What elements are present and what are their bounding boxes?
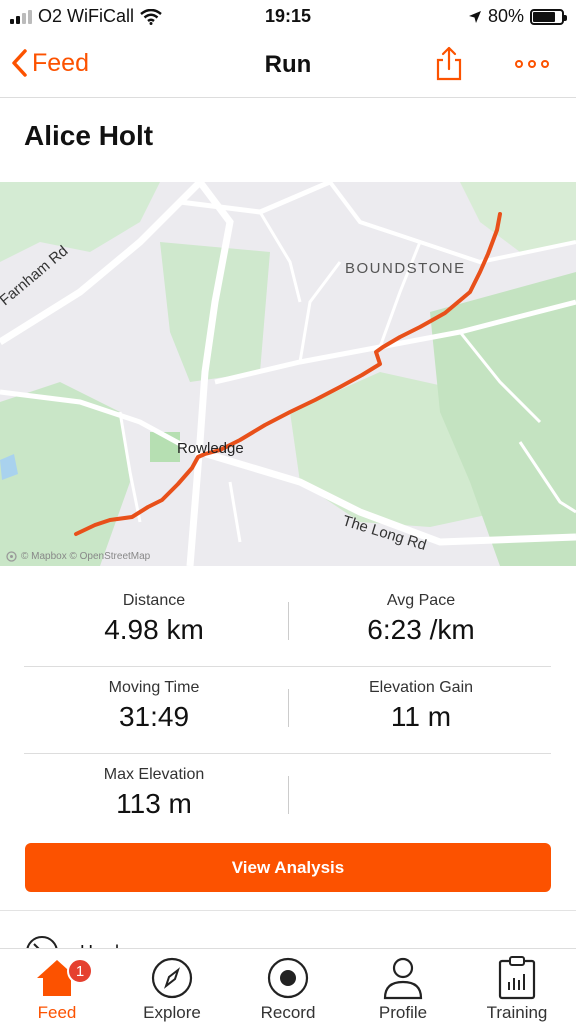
- stat-divider: [288, 689, 289, 727]
- route-map[interactable]: Farnham Rd BOUNDSTONE Rowledge The Long …: [0, 182, 576, 566]
- more-dots-icon: [515, 60, 549, 68]
- stat-divider: [288, 602, 289, 640]
- tab-training-icon-wrap: [467, 953, 567, 1003]
- tab-training[interactable]: Training: [467, 953, 567, 1023]
- status-right: 80%: [468, 6, 567, 27]
- map-label-boundstone: BOUNDSTONE: [345, 260, 466, 277]
- more-button[interactable]: [512, 52, 552, 76]
- activity-title: Alice Holt: [24, 120, 154, 151]
- stat-value: 4.98 km: [104, 614, 204, 645]
- stat-label: Moving Time: [108, 679, 200, 696]
- share-icon: [436, 46, 462, 81]
- stat-max-elevation: Max Elevation 113 m: [24, 766, 284, 820]
- stat-label: Elevation Gain: [368, 679, 474, 696]
- tab-profile-icon-wrap: [353, 953, 453, 1003]
- location-arrow-icon: [468, 10, 481, 23]
- stats-row: Max Elevation 113 m: [24, 754, 551, 841]
- stats-grid: Distance 4.98 km Avg Pace 6:23 /km Movin…: [24, 580, 551, 841]
- stat-value: 6:23 /km: [367, 614, 475, 645]
- stats-row: Distance 4.98 km Avg Pace 6:23 /km: [24, 580, 551, 667]
- tab-label: Training: [486, 1003, 548, 1022]
- stat-label: Avg Pace: [386, 592, 456, 609]
- map-attribution: © Mapbox © OpenStreetMap: [6, 551, 150, 562]
- map-label-rowledge: Rowledge: [177, 440, 244, 457]
- tab-explore[interactable]: Explore: [122, 953, 222, 1023]
- tab-feed-icon-wrap: 1: [7, 953, 107, 1003]
- stat-label: Distance: [122, 592, 186, 609]
- stat-label: Max Elevation: [103, 766, 205, 783]
- tab-record-icon-wrap: [238, 953, 338, 1003]
- stats-row: Moving Time 31:49 Elevation Gain 11 m: [24, 667, 551, 754]
- battery-percent: 80%: [487, 6, 524, 26]
- view-analysis-button[interactable]: View Analysis: [25, 843, 551, 892]
- tab-explore-icon-wrap: [122, 953, 222, 1003]
- nav-bar: Feed Run: [0, 34, 576, 98]
- share-button[interactable]: [434, 46, 464, 82]
- stat-value: 11 m: [390, 701, 452, 732]
- clipboard-chart-icon: [498, 956, 536, 1000]
- stat-moving-time: Moving Time 31:49: [24, 679, 284, 733]
- tab-record[interactable]: Record: [238, 953, 338, 1023]
- tab-profile[interactable]: Profile: [353, 953, 453, 1023]
- page-title: Run: [264, 51, 312, 78]
- stat-elevation-gain: Elevation Gain 11 m: [291, 679, 551, 733]
- tab-label: Record: [260, 1003, 316, 1022]
- status-bar: O2 WiFiCall 19:15 80%: [0, 0, 576, 34]
- map-canvas: [0, 182, 576, 566]
- tab-label: Explore: [143, 1003, 201, 1022]
- mapbox-logo-icon: [6, 551, 17, 562]
- tab-label: Profile: [378, 1003, 428, 1022]
- tab-bar: 1 Feed Explore Record Profile Training: [0, 948, 576, 1024]
- compass-icon: [151, 957, 193, 999]
- record-icon: [267, 957, 309, 999]
- person-icon: [383, 957, 423, 1000]
- stat-value: 113 m: [116, 788, 192, 819]
- tab-label: Feed: [37, 1003, 77, 1022]
- stat-distance: Distance 4.98 km: [24, 592, 284, 646]
- stat-avg-pace: Avg Pace 6:23 /km: [291, 592, 551, 646]
- stat-value: 31:49: [118, 701, 190, 732]
- section-divider: [0, 910, 576, 911]
- stat-divider: [288, 776, 289, 814]
- map-attribution-text: © Mapbox © OpenStreetMap: [21, 551, 151, 562]
- tab-feed[interactable]: 1 Feed: [7, 953, 107, 1023]
- notification-badge: 1: [67, 958, 93, 984]
- battery-icon: [530, 8, 567, 25]
